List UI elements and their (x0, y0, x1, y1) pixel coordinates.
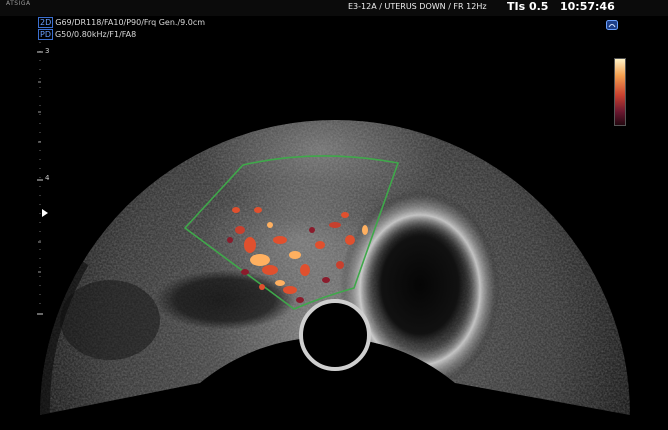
tis-value: TIs 0.5 (507, 0, 549, 13)
depth-scale (37, 42, 43, 315)
brand-label: ATSIGA (6, 0, 31, 7)
probe-orientation-icon (606, 20, 618, 30)
probe-preset-info: E3-12A / UTERUS DOWN / FR 12Hz (348, 2, 487, 11)
mode-2d-text: G69/DR118/FA10/P90/Frq Gen./9.0cm (55, 18, 206, 27)
mode-2d-params: 2D G69/DR118/FA10/P90/Frq Gen./9.0cm (38, 17, 205, 28)
mode-2d-badge: 2D (38, 17, 54, 28)
clock-time: 10:57:46 (560, 0, 615, 13)
mode-pd-text: G50/0.80kHz/F1/FA8 (54, 30, 137, 39)
focus-marker-icon (42, 209, 48, 217)
depth-label-3: 3 (45, 47, 50, 55)
ultrasound-image (40, 120, 630, 415)
transducer-hole (299, 299, 371, 371)
mode-pd-params: PD G50/0.80kHz/F1/FA8 (38, 29, 136, 40)
doppler-color-bar (614, 58, 626, 126)
depth-label-4: 4 (45, 174, 50, 182)
mode-pd-badge: PD (38, 29, 53, 40)
ultrasound-screen: ATSIGA E3-12A / UTERUS DOWN / FR 12Hz TI… (0, 0, 668, 430)
header-bar: ATSIGA E3-12A / UTERUS DOWN / FR 12Hz TI… (0, 0, 668, 16)
